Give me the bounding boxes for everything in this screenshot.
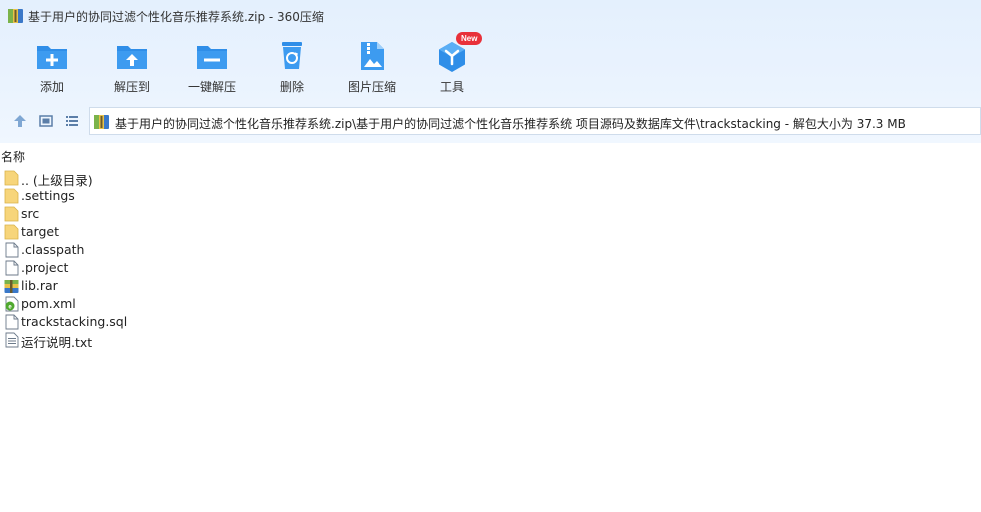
xml-file-icon: e [5, 296, 19, 312]
file-name: .settings [21, 188, 75, 203]
window-title: 基于用户的协同过滤个性化音乐推荐系统.zip - 360压缩 [28, 10, 324, 24]
extract-to-button[interactable]: 解压到 [92, 36, 172, 96]
list-item[interactable]: src [0, 205, 981, 223]
column-header-name[interactable]: 名称 [0, 147, 981, 164]
folder-icon [4, 224, 19, 240]
file-name: lib.rar [21, 278, 58, 293]
up-arrow-icon[interactable] [12, 113, 28, 129]
address-bar[interactable]: 基于用户的协同过滤个性化音乐推荐系统.zip\基于用户的协同过滤个性化音乐推荐系… [89, 107, 981, 135]
file-name: trackstacking.sql [21, 314, 128, 329]
navigation-row: 基于用户的协同过滤个性化音乐推荐系统.zip\基于用户的协同过滤个性化音乐推荐系… [0, 107, 981, 135]
list-item[interactable]: lib.rar [0, 277, 981, 295]
list-item[interactable]: e pom.xml [0, 295, 981, 313]
list-item[interactable]: .settings [0, 187, 981, 205]
thumbnail-view-icon[interactable] [38, 113, 54, 129]
list-view-icon[interactable] [64, 113, 80, 129]
add-label: 添加 [39, 80, 64, 94]
recycle-bin-icon [282, 42, 302, 69]
file-name: src [21, 206, 40, 221]
add-button[interactable]: 添加 [12, 36, 92, 96]
new-badge: New [456, 32, 483, 45]
blank-file-icon [5, 242, 19, 258]
list-item[interactable]: trackstacking.sql [0, 313, 981, 331]
file-name: target [21, 224, 60, 239]
file-name: .classpath [21, 242, 85, 257]
image-compress-label: 图片压缩 [347, 80, 396, 94]
zip-archive-icon [94, 115, 109, 129]
folder-icon [4, 206, 19, 222]
file-name: pom.xml [21, 296, 76, 311]
file-name: .project [21, 260, 69, 275]
list-item[interactable]: 运行说明.txt [0, 331, 981, 350]
one-click-extract-icon [197, 46, 227, 69]
column-header-label: 名称 [1, 150, 26, 164]
one-click-extract-button[interactable]: 一键解压 [172, 36, 252, 96]
image-compress-icon [361, 42, 384, 70]
zip-archive-icon [8, 9, 23, 23]
image-compress-button[interactable]: 图片压缩 [332, 36, 412, 96]
rar-archive-icon [4, 280, 19, 293]
folder-icon [4, 170, 19, 186]
extract-to-icon [117, 46, 147, 69]
file-name: 运行说明.txt [21, 335, 93, 350]
delete-button[interactable]: 删除 [252, 36, 332, 96]
blank-file-icon [5, 260, 19, 276]
delete-label: 删除 [279, 80, 304, 94]
file-list: .. (上级目录) .settings src target .classpat… [0, 169, 981, 350]
list-item-parent-dir[interactable]: .. (上级目录) [0, 169, 981, 188]
tools-button[interactable]: New 工具 [412, 32, 492, 96]
list-item[interactable]: .project [0, 259, 981, 277]
add-folder-icon [37, 46, 67, 69]
address-path: 基于用户的协同过滤个性化音乐推荐系统.zip\基于用户的协同过滤个性化音乐推荐系… [115, 117, 906, 131]
list-item[interactable]: .classpath [0, 241, 981, 259]
folder-icon [4, 188, 19, 204]
list-item[interactable]: target [0, 223, 981, 241]
tools-label: 工具 [439, 80, 464, 94]
top-chrome: 基于用户的协同过滤个性化音乐推荐系统.zip - 360压缩 添加 解压到 一键… [0, 0, 981, 143]
text-file-icon [5, 332, 19, 348]
one-click-extract-label: 一键解压 [187, 80, 236, 94]
blank-file-icon [5, 314, 19, 330]
title-bar: 基于用户的协同过滤个性化音乐推荐系统.zip - 360压缩 [0, 0, 981, 32]
extract-to-label: 解压到 [113, 80, 150, 94]
toolbar: 添加 解压到 一键解压 删除 图片压缩 New 工具 [0, 32, 981, 96]
